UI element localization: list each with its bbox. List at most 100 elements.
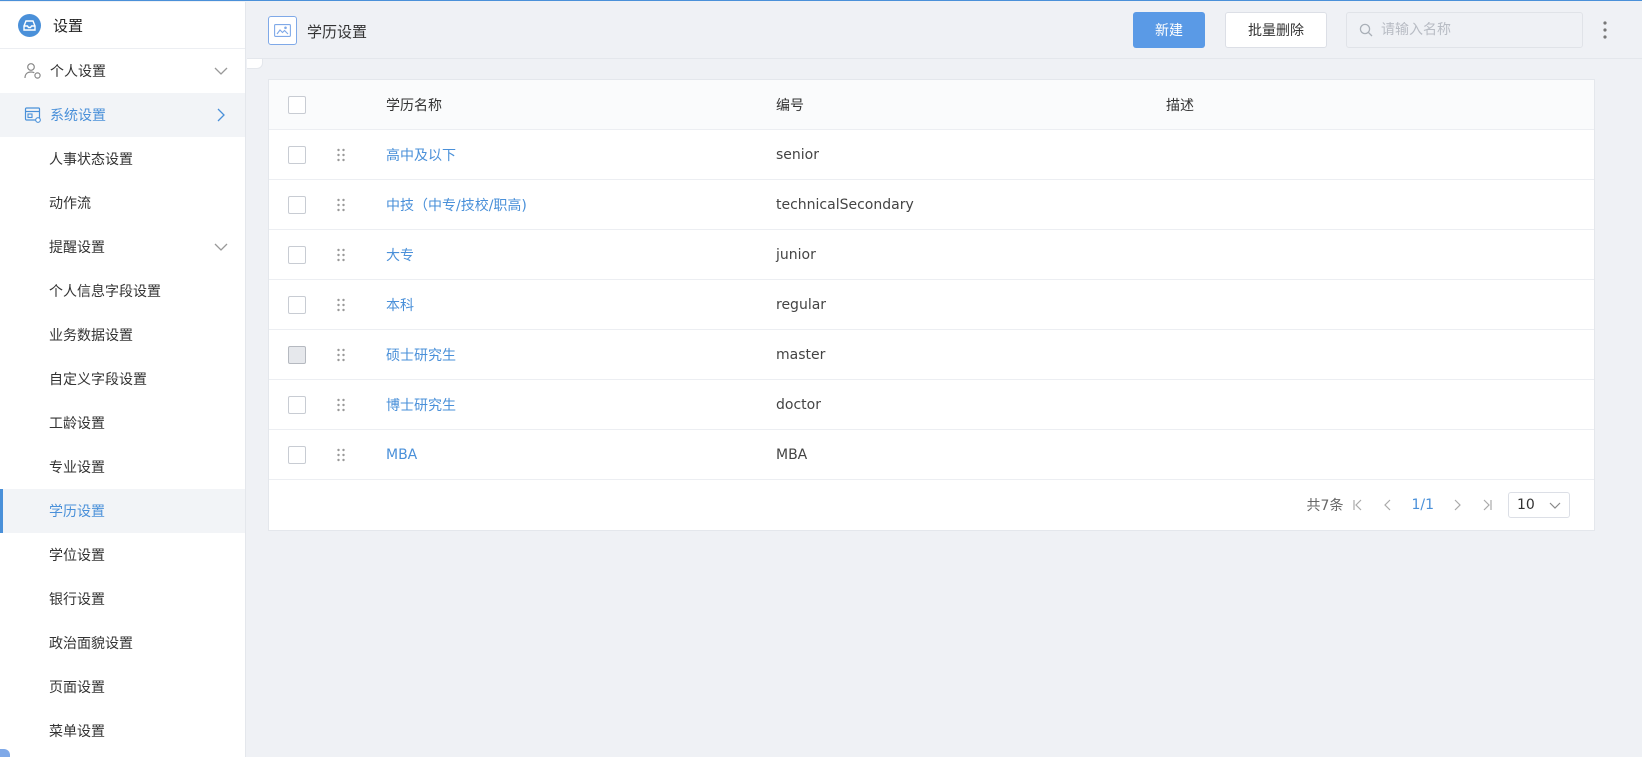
education-name-link[interactable]: 本科	[386, 295, 414, 315]
sidebar-item-page-settings[interactable]: 页面设置	[0, 665, 245, 709]
sidebar-item-personal-info-fields[interactable]: 个人信息字段设置	[0, 269, 245, 313]
sidebar-item-label: 菜单设置	[49, 724, 105, 740]
next-page-icon[interactable]	[1450, 498, 1464, 512]
more-vertical-icon	[1603, 21, 1607, 39]
column-header-description[interactable]: 描述	[1166, 95, 1194, 115]
education-code: regular	[776, 296, 827, 313]
row-checkbox[interactable]	[288, 345, 306, 364]
prev-page-icon[interactable]	[1381, 498, 1395, 512]
row-checkbox[interactable]	[288, 445, 306, 464]
row-checkbox[interactable]	[288, 245, 306, 264]
chevron-down-icon	[213, 63, 229, 79]
sidebar-item-reminder-settings[interactable]: 提醒设置	[0, 225, 245, 269]
row-checkbox[interactable]	[288, 145, 306, 164]
row-checkbox[interactable]	[288, 195, 306, 214]
drag-handle-icon[interactable]	[336, 397, 346, 413]
sidebar-item-business-data[interactable]: 业务数据设置	[0, 313, 245, 357]
chevron-down-icon	[1549, 502, 1561, 509]
sidebar-item-label: 系统设置	[50, 108, 106, 124]
education-code: junior	[776, 246, 816, 263]
sidebar-item-custom-fields[interactable]: 自定义字段设置	[0, 357, 245, 401]
last-page-icon[interactable]	[1480, 498, 1494, 512]
table-row[interactable]: 大专 junior	[269, 230, 1594, 280]
sidebar: 设置 个人设置 系统设置 人事状态设置 动作流 提醒设置 个人信息字段设置 业务…	[0, 2, 246, 757]
sidebar-item-label: 银行设置	[49, 592, 105, 608]
sidebar-item-label: 政治面貌设置	[49, 636, 133, 652]
education-name-link[interactable]: 博士研究生	[386, 395, 456, 415]
sidebar-item-label: 页面设置	[49, 680, 105, 696]
pagination: 共7条 1/1 10	[1307, 492, 1570, 518]
education-name-link[interactable]: 高中及以下	[386, 145, 456, 165]
education-code: master	[776, 346, 826, 363]
sidebar-item-education[interactable]: 学历设置	[0, 489, 245, 533]
sidebar-item-label: 自定义字段设置	[49, 372, 147, 388]
sidebar-item-seniority[interactable]: 工龄设置	[0, 401, 245, 445]
sidebar-item-major[interactable]: 专业设置	[0, 445, 245, 489]
sidebar-item-menu-settings[interactable]: 菜单设置	[0, 709, 245, 753]
table-header-row: 学历名称 编号 描述	[269, 80, 1594, 130]
table-row[interactable]: 高中及以下 senior	[269, 130, 1594, 180]
drag-handle-icon[interactable]	[336, 197, 346, 213]
education-page-icon	[268, 16, 297, 45]
chevron-right-icon	[213, 107, 229, 123]
search-box	[1346, 12, 1583, 48]
education-table: 学历名称 编号 描述 高中及以下 senior 中技（中专/技校/职高) tec…	[268, 79, 1595, 531]
sidebar-item-label: 业务数据设置	[49, 328, 133, 344]
education-name-link[interactable]: MBA	[386, 447, 417, 463]
total-count: 共7条	[1306, 498, 1344, 514]
chevron-down-icon	[213, 239, 229, 255]
education-code: doctor	[776, 396, 821, 413]
system-settings-icon	[24, 106, 42, 124]
sidebar-item-label: 个人信息字段设置	[49, 284, 161, 300]
sidebar-item-label: 提醒设置	[49, 240, 105, 256]
education-code: MBA	[776, 446, 808, 463]
drag-handle-icon[interactable]	[336, 297, 346, 313]
drag-handle-icon[interactable]	[336, 147, 346, 163]
sidebar-item-bank[interactable]: 银行设置	[0, 577, 245, 621]
drag-handle-icon[interactable]	[336, 247, 346, 263]
page-size-value: 10	[1517, 497, 1535, 513]
drag-handle-icon[interactable]	[336, 447, 346, 463]
education-code: senior	[776, 146, 819, 163]
sidebar-item-label: 动作流	[49, 196, 91, 212]
sidebar-item-degree[interactable]: 学位设置	[0, 533, 245, 577]
sidebar-item-personal-settings[interactable]: 个人设置	[0, 49, 245, 93]
sidebar-title: 设置	[53, 16, 84, 35]
table-row[interactable]: 中技（中专/技校/职高) technicalSecondary	[269, 180, 1594, 230]
education-name-link[interactable]: 中技（中专/技校/职高)	[386, 195, 527, 215]
select-all-checkbox[interactable]	[288, 95, 306, 114]
sidebar-scrollbar[interactable]	[0, 749, 10, 757]
table-row[interactable]: 博士研究生 doctor	[269, 380, 1594, 430]
search-input[interactable]	[1381, 22, 1571, 38]
table-row[interactable]: 本科 regular	[269, 280, 1594, 330]
row-checkbox[interactable]	[288, 395, 306, 414]
settings-logo-icon	[18, 13, 41, 37]
sidebar-item-political-status[interactable]: 政治面貌设置	[0, 621, 245, 665]
current-page: 1/1	[1411, 497, 1434, 513]
sidebar-item-action-flow[interactable]: 动作流	[0, 181, 245, 225]
sidebar-header: 设置	[0, 2, 245, 49]
user-gear-icon	[24, 62, 42, 80]
sidebar-item-label: 个人设置	[50, 64, 106, 80]
table-row[interactable]: MBA MBA	[269, 430, 1594, 480]
education-code: technicalSecondary	[776, 196, 914, 213]
drag-handle-icon[interactable]	[336, 347, 346, 363]
table-row[interactable]: 硕士研究生 master	[269, 330, 1594, 380]
search-icon	[1359, 23, 1373, 37]
batch-delete-button[interactable]: 批量删除	[1225, 12, 1327, 48]
more-menu-button[interactable]	[1595, 16, 1615, 44]
first-page-icon[interactable]	[1351, 498, 1365, 512]
education-name-link[interactable]: 大专	[386, 245, 414, 265]
page-title: 学历设置	[307, 23, 368, 41]
column-header-code[interactable]: 编号	[776, 95, 804, 115]
page-size-select[interactable]: 10	[1508, 492, 1570, 518]
page-header: 学历设置 新建 批量删除	[247, 2, 1642, 59]
sidebar-item-label: 专业设置	[49, 460, 105, 476]
sidebar-item-system-settings[interactable]: 系统设置	[0, 93, 245, 137]
row-checkbox[interactable]	[288, 295, 306, 314]
education-name-link[interactable]: 硕士研究生	[386, 345, 456, 365]
sidebar-item-label: 学位设置	[49, 548, 105, 564]
column-header-name[interactable]: 学历名称	[386, 95, 442, 115]
new-button[interactable]: 新建	[1133, 12, 1205, 48]
sidebar-item-personnel-status[interactable]: 人事状态设置	[0, 137, 245, 181]
